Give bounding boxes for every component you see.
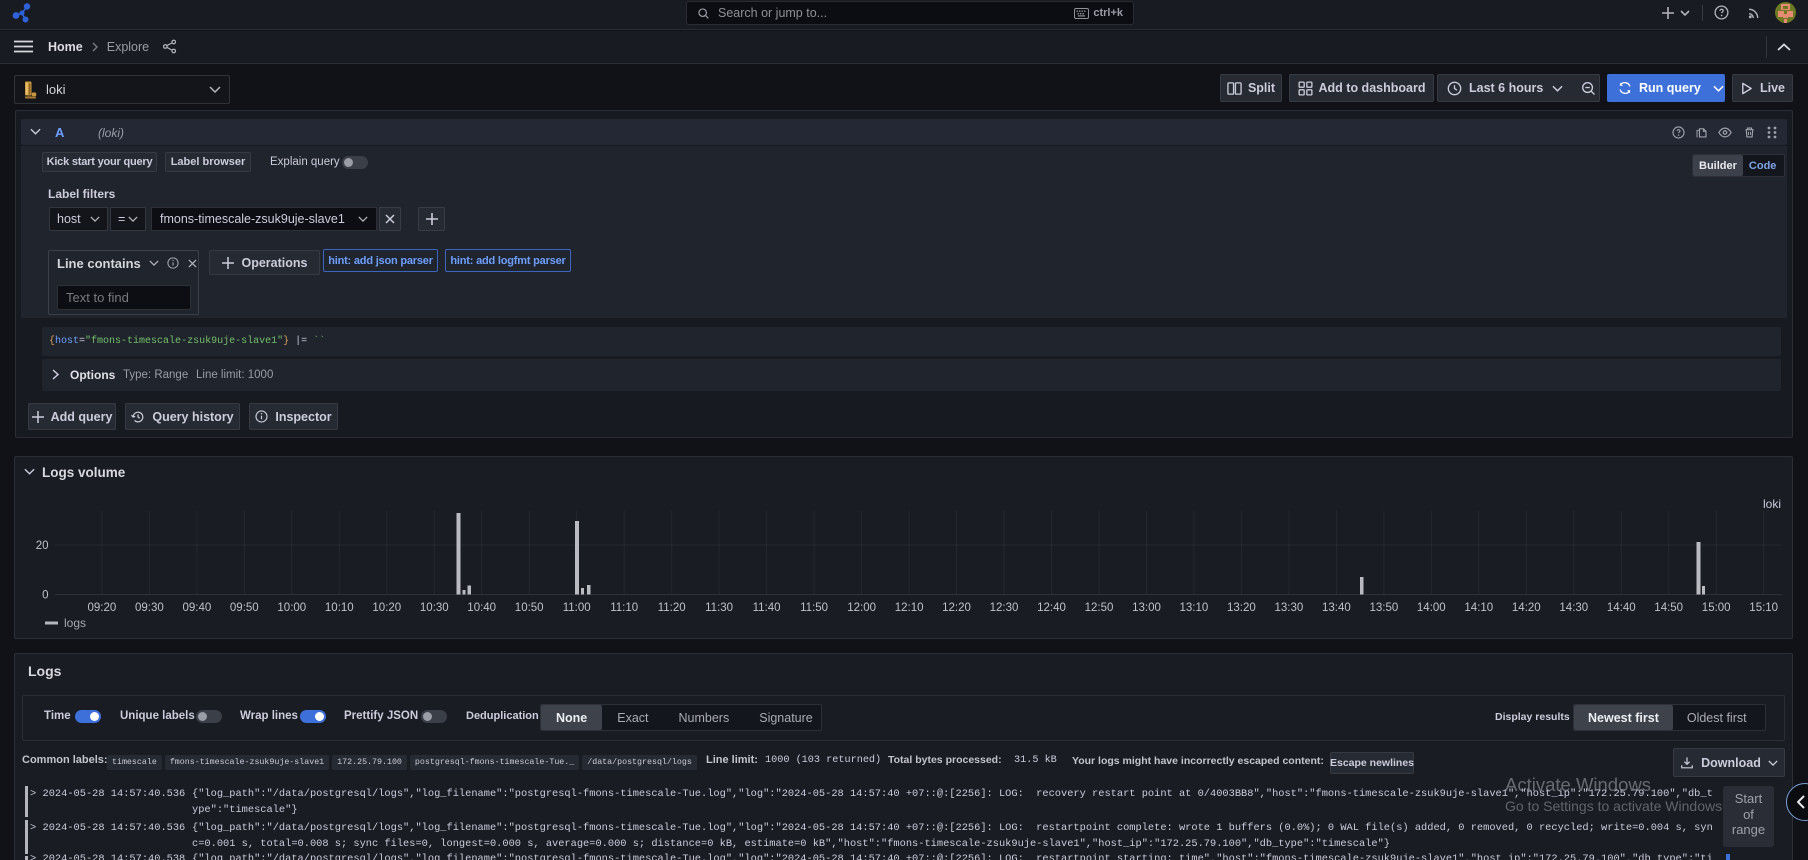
svg-text:15:10: 15:10 xyxy=(1749,602,1778,614)
svg-text:14:40: 14:40 xyxy=(1607,602,1636,614)
svg-text:13:20: 13:20 xyxy=(1227,602,1256,614)
svg-text:12:10: 12:10 xyxy=(895,602,924,614)
svg-text:12:40: 12:40 xyxy=(1037,602,1066,614)
svg-text:09:20: 09:20 xyxy=(88,602,117,614)
svg-text:12:30: 12:30 xyxy=(990,602,1019,614)
svg-text:20: 20 xyxy=(36,540,49,552)
svg-text:10:30: 10:30 xyxy=(420,602,449,614)
svg-text:10:20: 10:20 xyxy=(372,602,401,614)
svg-text:09:40: 09:40 xyxy=(183,602,212,614)
svg-text:13:30: 13:30 xyxy=(1275,602,1304,614)
svg-text:11:40: 11:40 xyxy=(753,602,781,614)
svg-text:12:20: 12:20 xyxy=(942,602,971,614)
svg-text:13:50: 13:50 xyxy=(1370,602,1399,614)
svg-text:11:20: 11:20 xyxy=(658,602,686,614)
svg-text:11:30: 11:30 xyxy=(705,602,733,614)
svg-text:logs: logs xyxy=(64,616,86,630)
svg-text:10:00: 10:00 xyxy=(277,602,306,614)
svg-text:13:00: 13:00 xyxy=(1132,602,1161,614)
svg-text:14:20: 14:20 xyxy=(1512,602,1541,614)
svg-text:14:50: 14:50 xyxy=(1654,602,1683,614)
svg-text:10:50: 10:50 xyxy=(515,602,544,614)
svg-text:10:40: 10:40 xyxy=(467,602,496,614)
svg-text:12:00: 12:00 xyxy=(847,602,876,614)
svg-text:14:30: 14:30 xyxy=(1559,602,1588,614)
svg-text:11:10: 11:10 xyxy=(610,602,638,614)
svg-text:10:10: 10:10 xyxy=(325,602,354,614)
svg-text:13:40: 13:40 xyxy=(1322,602,1351,614)
svg-text:0: 0 xyxy=(42,590,48,602)
svg-text:12:50: 12:50 xyxy=(1085,602,1114,614)
svg-text:14:10: 14:10 xyxy=(1464,602,1493,614)
svg-text:14:00: 14:00 xyxy=(1417,602,1446,614)
svg-text:11:00: 11:00 xyxy=(563,602,591,614)
svg-text:09:30: 09:30 xyxy=(135,602,164,614)
svg-text:13:10: 13:10 xyxy=(1180,602,1209,614)
svg-text:09:50: 09:50 xyxy=(230,602,259,614)
svg-text:11:50: 11:50 xyxy=(800,602,828,614)
svg-text:15:00: 15:00 xyxy=(1702,602,1731,614)
